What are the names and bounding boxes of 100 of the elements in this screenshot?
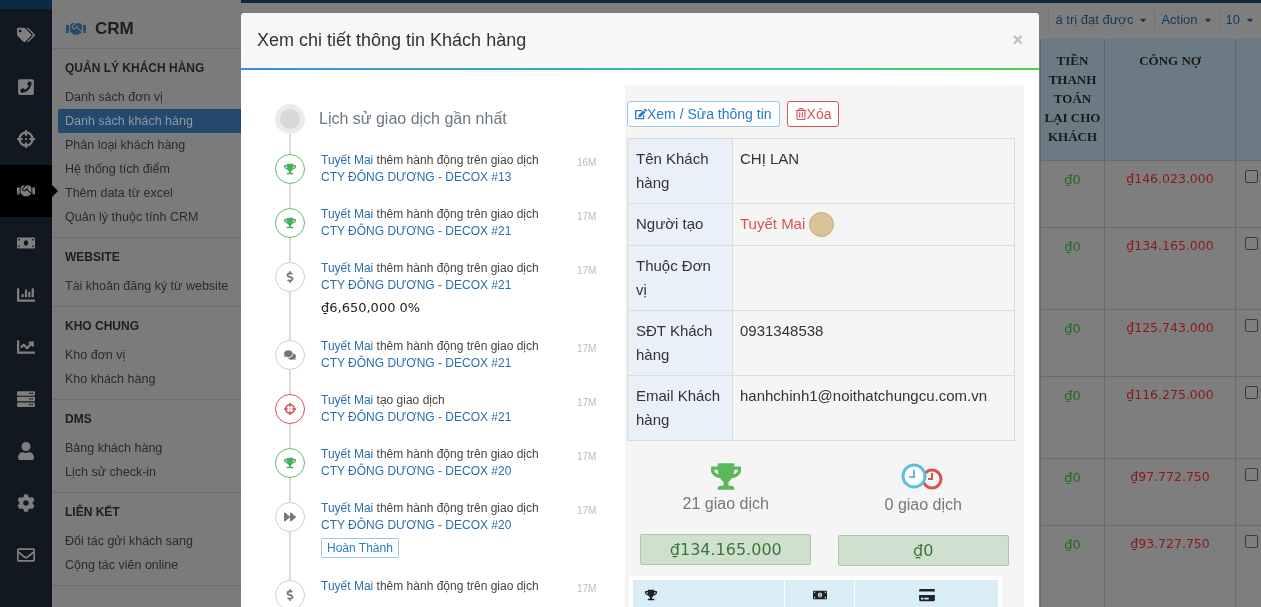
- table-cell: ₫125.743.000: [1105, 310, 1236, 376]
- timeline-text: Tuyết Mai thêm hành động trên giao dịch: [321, 260, 540, 277]
- deal-link[interactable]: CTY ĐÔNG DƯƠNG - DECOX #20: [321, 462, 561, 480]
- table-cell: ₫146.023.000: [1105, 161, 1236, 227]
- deal-link[interactable]: CTY ĐÔNG DƯƠNG - DECOX #20: [321, 516, 561, 534]
- sidebar-item[interactable]: Bảng khách hàng: [58, 436, 241, 460]
- modal-title: Xem chi tiết thông tin Khách hàng: [257, 29, 527, 52]
- time-ago: 16M: [577, 156, 597, 170]
- sidebar-item[interactable]: Thêm data từ excel: [58, 181, 241, 205]
- trash-icon: [794, 108, 807, 120]
- table-cell: ₫116.275.000: [1105, 377, 1236, 458]
- deal-link[interactable]: CTY ĐÔNG DƯƠNG - DECOX #13: [321, 169, 561, 186]
- section-heading: QUẢN LÝ KHÁCH HÀNG: [64, 59, 206, 77]
- table-cell: ₫134.165.000: [1105, 228, 1236, 309]
- time-ago: 17M: [577, 449, 597, 464]
- delete-button[interactable]: Xóa: [786, 101, 840, 127]
- field-value: Tuyết Mai: [740, 214, 806, 234]
- row-checkbox[interactable]: [1245, 319, 1258, 332]
- time-ago: 17M: [577, 264, 597, 278]
- amount-box: ₫0: [837, 535, 1009, 566]
- crosshairs-icon: [284, 402, 296, 415]
- dropdown-button[interactable]: 10: [1218, 9, 1261, 30]
- dollar-icon: [284, 588, 296, 601]
- sidebar-item[interactable]: Danh sách khách hàng: [58, 109, 241, 133]
- dropdown-button[interactable]: á trị đạt được: [1048, 9, 1155, 30]
- dropdown-button[interactable]: Action: [1154, 9, 1219, 30]
- deal-link[interactable]: CTY ĐÔNG DƯƠNG - DECOX #21: [321, 223, 561, 240]
- table-cell: ₫0: [1040, 161, 1105, 227]
- time-ago: 17M: [577, 341, 597, 356]
- deal-count: 21 giao dịch: [682, 494, 769, 514]
- field-label: SĐT Khách hàng: [628, 311, 733, 375]
- forward-icon: [284, 510, 296, 523]
- line-chart-icon: [17, 338, 35, 356]
- deal-link[interactable]: CTY ĐÔNG DƯƠNG - DECOX #21: [321, 354, 561, 372]
- table-cell: ₫0: [1040, 228, 1105, 309]
- section-heading: WEBSITE: [64, 249, 121, 266]
- sidebar-item[interactable]: Tài khoản đăng ký từ website: [58, 274, 241, 298]
- sidebar-item[interactable]: Kho đơn vị: [58, 343, 241, 367]
- deal-link[interactable]: CTY ĐÔNG DƯƠNG - DECOX #21: [321, 408, 561, 426]
- amount-box: ₫134.165.000: [640, 534, 812, 565]
- column-header: CÔNG NỢ: [1105, 39, 1236, 160]
- timeline-text: Tuyết Mai thêm hành động trên giao dịch: [321, 152, 540, 169]
- deal-count: 0 giao dịch: [884, 495, 962, 515]
- phone-icon: [17, 78, 35, 96]
- trophy-icon: [284, 217, 296, 229]
- sidebar-title: CRM: [95, 17, 134, 40]
- sidebar-item[interactable]: Quản lý thuộc tính CRM: [58, 205, 241, 229]
- sidebar-item[interactable]: Phân loại khách hàng: [58, 133, 241, 157]
- field-label: Người tạo: [628, 204, 733, 245]
- time-ago: 17M: [577, 395, 597, 410]
- trophy-icon: [710, 463, 741, 490]
- field-value: 0931348538: [740, 321, 824, 341]
- avatar: [809, 212, 835, 237]
- section-heading: KHO CHUNG: [64, 318, 140, 335]
- top-accent-bar: [0, 0, 52, 9]
- time-ago: 17M: [577, 210, 597, 224]
- row-checkbox[interactable]: [1245, 237, 1258, 250]
- column-header: TIỀN THANH TOÁN LẠI CHO KHÁCH: [1040, 39, 1105, 160]
- section-heading: LIÊN KẾT: [64, 503, 121, 521]
- deal-link[interactable]: CTY ĐÔNG DƯƠNG - DECOX #21: [321, 277, 561, 294]
- timeline-text: Tuyết Mai thêm hành động trên giao dịch: [321, 337, 540, 355]
- timeline-text: Tuyết Mai thêm hành động trên giao dịch: [321, 445, 540, 463]
- trophy-icon: [284, 456, 296, 469]
- table-cell: ₫0: [1040, 526, 1105, 607]
- table-cell: ₫93.727.750: [1105, 526, 1236, 607]
- timeline-text: Tuyết Mai thêm hành động trên giao dịch: [321, 206, 540, 223]
- sidebar-item[interactable]: Cộng tác viên online: [58, 553, 241, 577]
- field-value: hanhchinh1@noithatchungcu.com.vn: [740, 386, 988, 406]
- close-button[interactable]: ×: [1012, 27, 1023, 54]
- sidebar-item[interactable]: Kho khách hàng: [58, 367, 241, 391]
- sidebar-item[interactable]: Lịch sử check-in: [58, 460, 241, 484]
- field-value: CHỊ LAN: [740, 149, 800, 169]
- user-icon: [17, 442, 35, 460]
- edit-icon: [635, 108, 647, 120]
- amount-text: ₫6,650,000 0%: [321, 299, 422, 317]
- table-cell: ₫0: [1040, 377, 1105, 458]
- mail-icon: [17, 546, 35, 564]
- field-label: Tên Khách hàng: [628, 139, 733, 203]
- sidebar-item[interactable]: Danh sách đơn vị: [58, 85, 241, 109]
- table-cell: ₫0: [1040, 459, 1105, 525]
- stacked-list-icon: [17, 390, 35, 408]
- timeline-heading: Lịch sử giao dịch gần nhất: [319, 109, 507, 129]
- status-label: Hoàn Thành: [321, 537, 399, 558]
- time-ago: 17M: [577, 581, 597, 596]
- comments-icon: [284, 348, 296, 361]
- timeline-text: Tuyết Mai thêm hành động trên giao dịch: [321, 499, 540, 517]
- edit-button[interactable]: Xem / Sửa thông tin: [627, 101, 780, 127]
- handshake-icon: [65, 20, 87, 37]
- sidebar-item[interactable]: Đối tác gửi khách sang: [58, 529, 241, 553]
- row-checkbox[interactable]: [1245, 468, 1258, 481]
- row-checkbox[interactable]: [1245, 170, 1258, 183]
- credit-card-icon: [917, 588, 936, 602]
- bar-chart-icon: [17, 286, 35, 304]
- sidebar-item[interactable]: Hệ thống tích điểm: [58, 157, 241, 181]
- banknote-icon: [812, 589, 827, 601]
- field-label: Thuộc Đơn vị: [628, 246, 733, 310]
- row-checkbox[interactable]: [1245, 535, 1258, 548]
- row-checkbox[interactable]: [1245, 386, 1258, 399]
- crosshairs-icon: [17, 130, 35, 148]
- time-ago: 17M: [577, 503, 597, 518]
